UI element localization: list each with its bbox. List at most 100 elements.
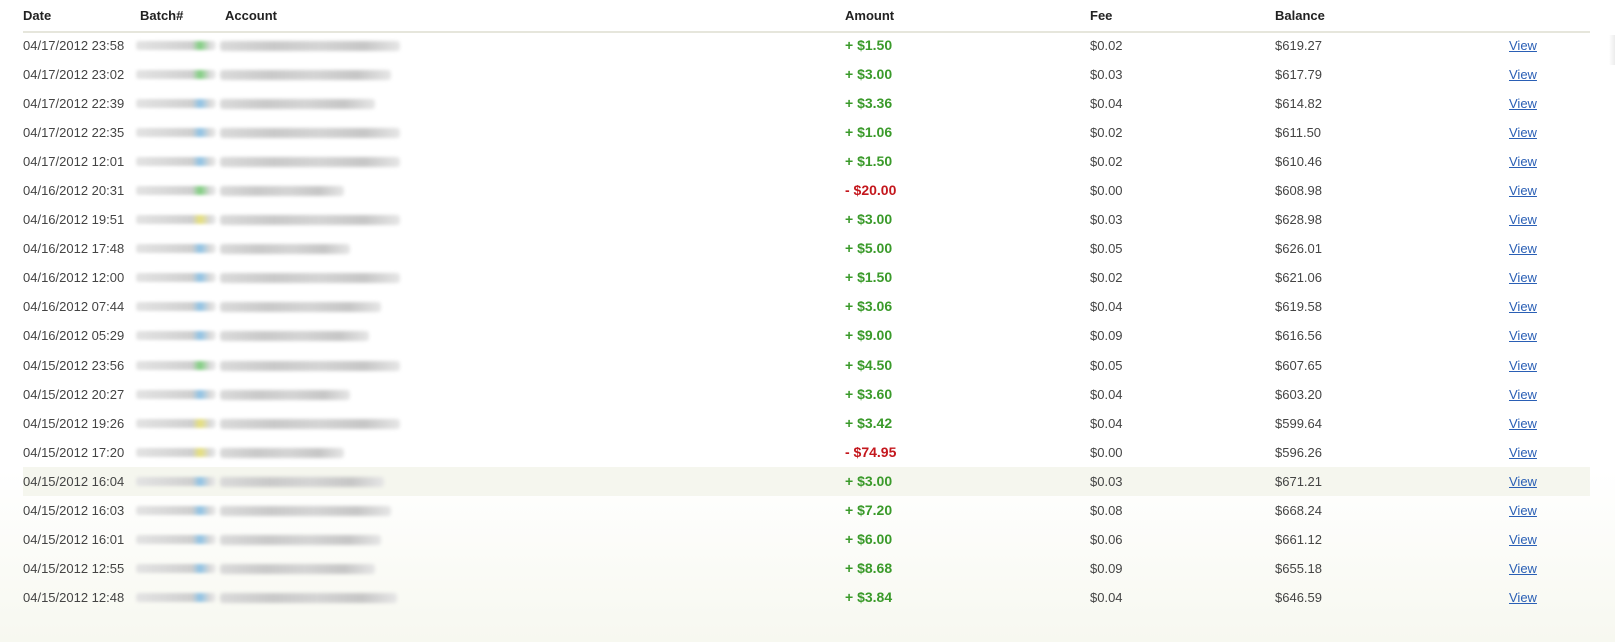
date-cell: 04/15/2012 20:27 [23, 386, 125, 402]
view-link[interactable]: View [1509, 96, 1537, 111]
batch-cell-redacted [136, 215, 216, 225]
balance-cell: $599.64 [1275, 415, 1322, 431]
amount-cell: + $4.50 [845, 356, 893, 373]
amount-cell: - $20.00 [845, 182, 897, 199]
balance-cell: $661.12 [1275, 531, 1322, 547]
view-link[interactable]: View [1509, 183, 1537, 198]
table-row[interactable]: 04/15/2012 12:48 + $3.84 $0.04 $646.59 View [23, 583, 1590, 612]
table-row[interactable]: 04/15/2012 17:20 - $74.95 $0.00 $596.26 View [23, 438, 1590, 467]
table-row[interactable]: 04/15/2012 12:55 + $8.68 $0.09 $655.18 View [23, 554, 1590, 583]
view-link[interactable]: View [1509, 532, 1537, 547]
account-cell-redacted [220, 215, 400, 226]
balance-cell: $603.20 [1275, 386, 1322, 402]
view-link[interactable]: View [1509, 125, 1537, 140]
fee-cell: $0.06 [1090, 531, 1123, 547]
header-amount[interactable]: Amount [845, 8, 894, 23]
view-link[interactable]: View [1509, 590, 1537, 605]
table-row[interactable]: 04/15/2012 16:03 + $7.20 $0.08 $668.24 View [23, 496, 1590, 525]
amount-cell: + $8.68 [845, 559, 893, 576]
fee-cell: $0.00 [1090, 444, 1123, 460]
account-cell-redacted [220, 592, 397, 603]
batch-cell-redacted [136, 128, 216, 138]
fee-cell: $0.08 [1090, 502, 1123, 518]
view-link[interactable]: View [1509, 503, 1537, 518]
amount-cell: + $9.00 [845, 327, 893, 344]
amount-cell: + $1.50 [845, 269, 893, 286]
date-cell: 04/17/2012 22:35 [23, 125, 125, 141]
table-row[interactable]: 04/15/2012 19:26 + $3.42 $0.04 $599.64 View [23, 409, 1590, 438]
amount-cell: + $3.84 [845, 588, 893, 605]
balance-cell: $619.58 [1275, 299, 1322, 315]
fee-cell: $0.03 [1090, 67, 1123, 83]
date-cell: 04/17/2012 23:02 [23, 67, 125, 83]
transaction-table-body: 04/17/2012 23:58 + $1.50 $0.02 $619.27 View 0… [23, 31, 1590, 612]
view-link[interactable]: View [1509, 270, 1537, 285]
view-link[interactable]: View [1509, 474, 1537, 489]
account-cell-redacted [220, 534, 381, 545]
amount-cell: + $3.06 [845, 298, 893, 315]
header-fee[interactable]: Fee [1090, 8, 1112, 23]
table-row[interactable]: 04/16/2012 12:00 + $1.50 $0.02 $621.06 View [23, 263, 1590, 292]
balance-cell: $646.59 [1275, 589, 1322, 605]
header-date[interactable]: Date [23, 8, 51, 23]
account-cell-redacted [220, 563, 375, 574]
batch-cell-redacted [136, 360, 216, 370]
transaction-history-page: Date Batch# Account Amount Fee Balance 0… [0, 0, 1615, 642]
view-link[interactable]: View [1509, 387, 1537, 402]
table-row[interactable]: 04/15/2012 20:27 + $3.60 $0.04 $603.20 View [23, 380, 1590, 409]
table-row[interactable]: 04/16/2012 07:44 + $3.06 $0.04 $619.58 View [23, 292, 1590, 321]
table-row[interactable]: 04/16/2012 05:29 + $9.00 $0.09 $616.56 View [23, 321, 1590, 350]
table-row[interactable]: 04/17/2012 23:02 + $3.00 $0.03 $617.79 View [23, 60, 1590, 89]
amount-cell: + $6.00 [845, 530, 893, 547]
table-header: Date Batch# Account Amount Fee Balance [23, 0, 1590, 33]
view-link[interactable]: View [1509, 328, 1537, 343]
table-row[interactable]: 04/17/2012 22:35 + $1.06 $0.02 $611.50 View [23, 118, 1590, 147]
view-link[interactable]: View [1509, 358, 1537, 373]
batch-cell-redacted [136, 534, 216, 544]
header-account[interactable]: Account [225, 8, 277, 23]
date-cell: 04/15/2012 12:48 [23, 589, 125, 605]
view-link[interactable]: View [1509, 154, 1537, 169]
batch-cell-redacted [136, 592, 216, 602]
balance-cell: $610.46 [1275, 154, 1322, 170]
table-row[interactable]: 04/16/2012 20:31 - $20.00 $0.00 $608.98 View [23, 176, 1590, 205]
batch-cell-redacted [136, 505, 216, 515]
table-row[interactable]: 04/17/2012 12:01 + $1.50 $0.02 $610.46 View [23, 147, 1590, 176]
table-row[interactable]: 04/16/2012 17:48 + $5.00 $0.05 $626.01 View [23, 234, 1590, 263]
view-link[interactable]: View [1509, 67, 1537, 82]
fee-cell: $0.02 [1090, 125, 1123, 141]
view-link[interactable]: View [1509, 241, 1537, 256]
account-cell-redacted [220, 418, 400, 429]
header-balance[interactable]: Balance [1275, 8, 1325, 23]
batch-cell-redacted [136, 331, 216, 341]
batch-cell-redacted [136, 563, 216, 573]
amount-cell: + $7.20 [845, 501, 893, 518]
view-link[interactable]: View [1509, 299, 1537, 314]
header-batch[interactable]: Batch# [140, 8, 183, 23]
fee-cell: $0.04 [1090, 96, 1123, 112]
account-cell-redacted [220, 157, 400, 168]
fee-cell: $0.09 [1090, 560, 1123, 576]
table-row[interactable]: 04/17/2012 23:58 + $1.50 $0.02 $619.27 View [23, 31, 1590, 60]
amount-cell: + $1.06 [845, 124, 893, 141]
balance-cell: $614.82 [1275, 96, 1322, 112]
fee-cell: $0.02 [1090, 154, 1123, 170]
amount-cell: + $1.50 [845, 153, 893, 170]
table-row[interactable]: 04/15/2012 16:04 + $3.00 $0.03 $671.21 View [23, 466, 1590, 496]
view-link[interactable]: View [1509, 416, 1537, 431]
view-link[interactable]: View [1509, 561, 1537, 576]
account-cell-redacted [220, 331, 369, 342]
table-row[interactable]: 04/15/2012 16:01 + $6.00 $0.06 $661.12 View [23, 525, 1590, 554]
table-row[interactable]: 04/15/2012 23:56 + $4.50 $0.05 $607.65 View [23, 351, 1590, 380]
account-cell-redacted [220, 447, 344, 458]
batch-cell-redacted [136, 418, 216, 428]
view-link[interactable]: View [1509, 445, 1537, 460]
view-link[interactable]: View [1509, 38, 1537, 53]
table-row[interactable]: 04/17/2012 22:39 + $3.36 $0.04 $614.82 View [23, 89, 1590, 118]
scrollbar-edge[interactable] [1609, 35, 1615, 65]
account-cell-redacted [220, 244, 350, 255]
date-cell: 04/15/2012 16:04 [23, 473, 125, 489]
view-link[interactable]: View [1509, 212, 1537, 227]
balance-cell: $655.18 [1275, 560, 1322, 576]
table-row[interactable]: 04/16/2012 19:51 + $3.00 $0.03 $628.98 View [23, 205, 1590, 234]
